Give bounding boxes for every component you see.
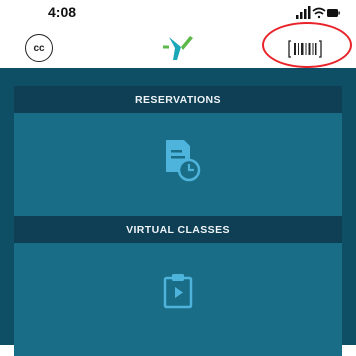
video-clipboard-icon [163,274,193,309]
wifi-icon [312,7,326,19]
status-bar: 4:08 [0,0,356,24]
main-content: RESERVATIONS VIRTUAL CLASSES [0,68,356,356]
status-time: 4:08 [48,4,77,20]
virtual-classes-tile[interactable]: VIRTUAL CLASSES [14,216,342,356]
closed-captions-button[interactable]: cc [25,34,53,62]
tile-title-virtual-classes: VIRTUAL CLASSES [14,216,342,243]
nav-bar: cc [0,26,356,68]
reservation-clock-icon [166,140,201,182]
ymca-logo [163,36,193,60]
signal-icon [296,6,311,19]
tile-title-reservations: RESERVATIONS [14,86,342,113]
barcode-icon[interactable] [287,38,323,60]
battery-icon [327,9,340,17]
status-icons [296,6,340,19]
